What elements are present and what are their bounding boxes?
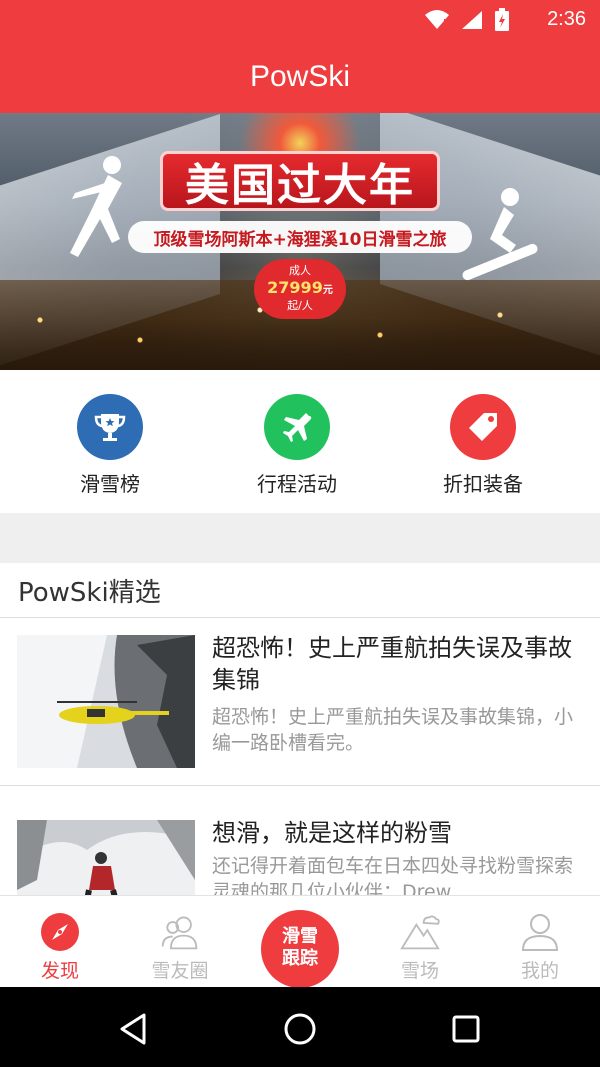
ski-tracking-button[interactable]: 滑雪 跟踪	[261, 910, 339, 988]
tab-mine[interactable]: 我的	[480, 896, 600, 988]
quick-actions: 滑雪榜 行程活动 折扣装备	[0, 370, 600, 513]
tab-friends[interactable]: 雪友圈	[120, 896, 240, 988]
quick-action-label: 折扣装备	[443, 472, 523, 496]
price-badge-bottom: 起/人	[287, 299, 313, 312]
ski-tracking-line2: 跟踪	[282, 948, 318, 969]
quick-action-label: 滑雪榜	[80, 472, 140, 496]
tab-discover[interactable]: 发现	[0, 896, 120, 988]
promo-banner[interactable]: 美国过大年 顶级雪场阿斯本+海狸溪10日滑雪之旅 成人 27999元 起/人	[0, 113, 600, 370]
app-bar: PowSki	[0, 40, 600, 113]
article-card[interactable]: 超恐怖！史上严重航拍失误及事故集锦 超恐怖！史上严重航拍失误及事故集锦，小编一路…	[0, 618, 600, 786]
article-card[interactable]: 想滑，就是这样的粉雪 还记得开着面包车在日本四处寻找粉雪探索灵魂的那几位小伙伴：…	[0, 803, 600, 895]
article-title: 超恐怖！史上严重航拍失误及事故集锦	[212, 634, 572, 694]
bottom-tab-bar: 发现 雪友圈 滑雪 跟踪 雪场 我的	[0, 895, 600, 988]
skier-silhouette-left	[70, 156, 122, 257]
user-icon	[520, 912, 560, 952]
quick-action-trips[interactable]: 行程活动	[227, 394, 367, 497]
app-screen: 2:36 PowSki 美国过大年 顶级雪场阿斯本+海狸溪10日滑雪之旅 成人 …	[0, 0, 600, 1067]
price-badge: 成人 27999元 起/人	[254, 259, 346, 319]
featured-section: PowSki精选 超恐怖！史上严重航拍失误及事故集锦 超恐怖！史上严重航拍失误及…	[0, 563, 600, 895]
status-bar: 2:36	[0, 0, 600, 40]
mountain-icon	[400, 912, 440, 952]
airplane-icon	[264, 394, 330, 460]
snowboarder-silhouette-right	[462, 188, 538, 281]
quick-action-label: 行程活动	[257, 472, 337, 496]
system-nav-bar	[0, 987, 600, 1067]
tab-label: 雪场	[400, 960, 439, 982]
article-thumbnail	[17, 635, 195, 768]
section-title: PowSki精选	[0, 563, 600, 618]
friends-icon	[160, 912, 200, 952]
trophy-icon	[77, 394, 143, 460]
status-time: 2:36	[547, 8, 586, 30]
compass-icon	[40, 912, 80, 952]
banner-subtitle: 顶级雪场阿斯本+海狸溪10日滑雪之旅	[128, 221, 472, 253]
tab-label: 我的	[520, 960, 559, 982]
price-value-row: 27999元	[254, 280, 346, 296]
article-description: 还记得开着面包车在日本四处寻找粉雪探索灵魂的那几位小伙伴：Drew,	[212, 855, 574, 895]
price-value: 27999	[267, 278, 323, 297]
status-icons	[424, 8, 510, 32]
article-title: 想滑，就是这样的粉雪	[212, 819, 452, 847]
tab-resorts[interactable]: 雪场	[360, 896, 480, 988]
tab-label: 发现	[40, 960, 79, 982]
home-icon[interactable]	[280, 1009, 320, 1049]
app-title: PowSki	[249, 59, 351, 93]
battery-icon	[495, 8, 509, 31]
article-description: 超恐怖！史上严重航拍失误及事故集锦，小编一路卧槽看完。	[212, 706, 574, 754]
back-icon[interactable]	[114, 1009, 154, 1049]
tab-label: 雪友圈	[151, 960, 209, 982]
banner-headline: 美国过大年	[160, 151, 440, 211]
price-badge-top: 成人	[289, 264, 311, 277]
article-thumbnail	[17, 820, 195, 895]
wifi-icon	[425, 10, 449, 29]
tag-icon	[450, 394, 516, 460]
quick-action-leaderboard[interactable]: 滑雪榜	[40, 394, 180, 497]
recents-icon[interactable]	[446, 1009, 486, 1049]
signal-icon	[462, 11, 482, 29]
quick-action-gear-discount[interactable]: 折扣装备	[413, 394, 553, 497]
ski-tracking-line1: 滑雪	[282, 926, 318, 947]
price-unit: 元	[322, 285, 333, 296]
